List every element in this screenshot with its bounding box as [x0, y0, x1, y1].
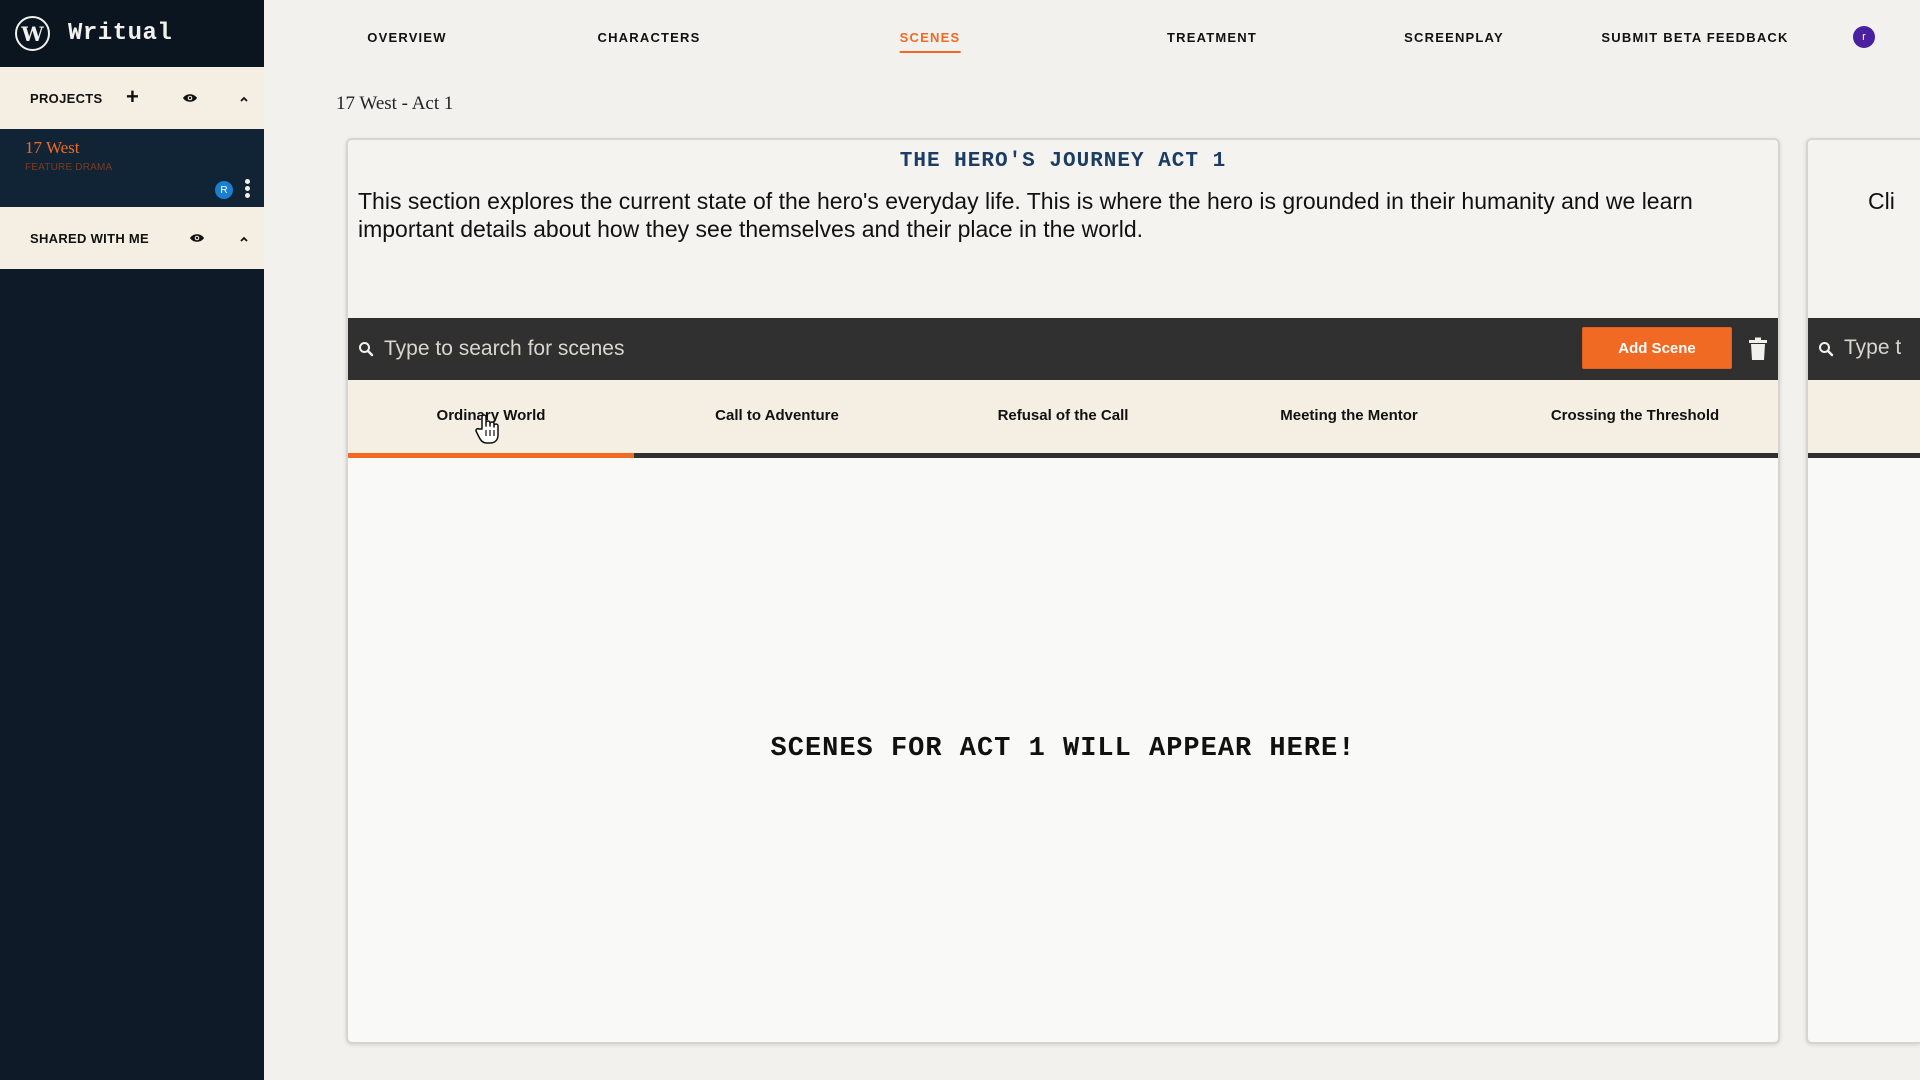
scene-search-bar: Add Scene: [348, 318, 1778, 380]
nav-characters[interactable]: CHARACTERS: [598, 30, 701, 45]
next-act-tabs: [1808, 380, 1920, 458]
eye-icon[interactable]: [182, 93, 198, 103]
projects-header: PROJECTS +: [0, 67, 264, 129]
active-tab-indicator: [348, 453, 634, 458]
act-card: THE HERO'S JOURNEY ACT 1 This section ex…: [346, 138, 1780, 1044]
tab-meeting-the-mentor[interactable]: Meeting the Mentor: [1206, 407, 1492, 424]
act-title: THE HERO'S JOURNEY ACT 1: [899, 150, 1227, 173]
trash-icon[interactable]: [1748, 337, 1768, 361]
search-icon: [1818, 341, 1834, 357]
shared-label: SHARED WITH ME: [30, 230, 150, 246]
eye-icon[interactable]: [189, 233, 205, 243]
tab-call-to-adventure[interactable]: Call to Adventure: [634, 407, 920, 424]
next-act-search-placeholder: Type t: [1844, 336, 1902, 359]
act-description: This section explores the current state …: [358, 188, 1693, 242]
empty-scenes-message: SCENES FOR ACT 1 WILL APPEAR HERE!: [770, 734, 1356, 764]
kebab-icon[interactable]: [245, 179, 251, 201]
brand[interactable]: W Writual: [0, 0, 264, 67]
chevron-up-icon[interactable]: [238, 93, 250, 105]
nav-overview[interactable]: OVERVIEW: [367, 30, 446, 45]
sidebar: W Writual PROJECTS + 17 West FEATURE DRA…: [0, 0, 264, 1080]
add-scene-button[interactable]: Add Scene: [1582, 327, 1732, 369]
project-genre: FEATURE DRAMA: [25, 162, 113, 173]
chevron-up-icon[interactable]: [238, 233, 250, 245]
shared-header: SHARED WITH ME: [0, 207, 264, 269]
nav-treatment[interactable]: TREATMENT: [1167, 30, 1257, 45]
app-name: Writual: [68, 20, 173, 47]
project-title: 17 West: [25, 138, 80, 157]
hand-cursor-icon: [474, 413, 502, 445]
nav-submit-feedback[interactable]: SUBMIT BETA FEEDBACK: [1601, 30, 1788, 45]
logo-icon: W: [15, 16, 50, 51]
next-act-card: Cli Type t: [1806, 138, 1920, 1044]
user-avatar[interactable]: r: [1853, 26, 1875, 48]
next-act-heading-fragment: Cli: [1868, 188, 1895, 214]
search-icon: [358, 341, 374, 357]
scene-search-input[interactable]: [384, 334, 1284, 364]
collaborator-avatar: R: [215, 181, 233, 199]
tab-track: [1808, 453, 1920, 458]
add-project-button[interactable]: +: [126, 84, 139, 110]
act-card-header: THE HERO'S JOURNEY ACT 1 This section ex…: [348, 140, 1778, 318]
project-item-17-west[interactable]: 17 West FEATURE DRAMA R: [0, 129, 264, 207]
page-title: 17 West - Act 1: [336, 93, 454, 114]
tab-refusal-of-the-call[interactable]: Refusal of the Call: [920, 407, 1206, 424]
nav-scenes[interactable]: SCENES: [899, 30, 961, 53]
beat-tabs: Ordinary World Call to Adventure Refusal…: [348, 380, 1778, 458]
projects-label: PROJECTS: [30, 90, 103, 106]
next-act-header: Cli: [1808, 140, 1920, 318]
nav-screenplay[interactable]: SCREENPLAY: [1404, 30, 1504, 45]
next-act-search-bar[interactable]: Type t: [1808, 318, 1920, 380]
top-nav: OVERVIEW CHARACTERS SCENES TREATMENT SCR…: [264, 0, 1920, 70]
tab-crossing-the-threshold[interactable]: Crossing the Threshold: [1492, 407, 1778, 424]
